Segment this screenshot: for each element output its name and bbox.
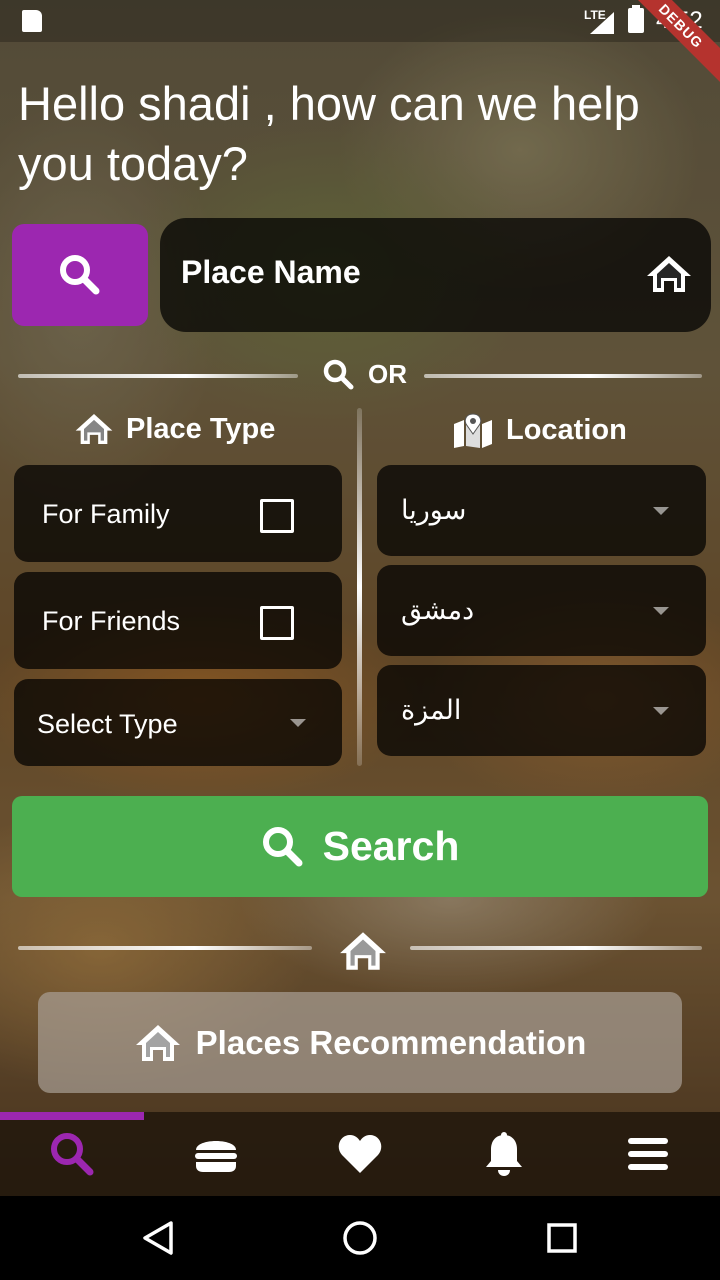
home-icon <box>340 932 386 970</box>
chevron-down-icon <box>290 719 306 727</box>
place-search-button[interactable] <box>12 224 148 326</box>
area-value: المزة <box>401 695 462 725</box>
divider-left <box>18 374 298 378</box>
place-name-input[interactable]: Place Name <box>160 218 711 332</box>
nav-favorites-tab[interactable] <box>288 1112 432 1196</box>
bell-icon <box>486 1132 522 1176</box>
for-friends-checkbox-row[interactable]: For Friends <box>14 572 342 669</box>
country-value: سوريا <box>401 495 467 525</box>
home-icon <box>135 1024 180 1061</box>
divider-right <box>424 374 702 378</box>
search-icon <box>51 1133 94 1176</box>
for-family-label: For Family <box>42 499 170 529</box>
recents-button[interactable] <box>502 1196 622 1280</box>
search-icon <box>60 255 100 295</box>
menu-icon <box>628 1138 668 1170</box>
places-recommendation-button[interactable]: Places Recommendation <box>38 992 682 1093</box>
search-button[interactable]: Search <box>12 796 708 897</box>
nav-food-tab[interactable] <box>144 1112 288 1196</box>
nav-search-tab[interactable] <box>0 1112 144 1196</box>
greeting-title: Hello shadi , how can we help you today? <box>18 77 640 190</box>
home-icon <box>75 414 113 444</box>
network-type: LTE <box>584 8 606 22</box>
chevron-down-icon <box>653 607 669 615</box>
home-button[interactable] <box>300 1196 420 1280</box>
back-icon <box>143 1221 173 1255</box>
divider-left <box>18 946 312 950</box>
location-label: Location <box>506 413 627 446</box>
area-dropdown[interactable]: المزة <box>377 665 706 756</box>
status-bar: LTE 4:52 <box>0 0 720 42</box>
back-button[interactable] <box>98 1196 218 1280</box>
search-button-label: Search <box>322 823 460 869</box>
for-family-checkbox-row[interactable]: For Family <box>14 465 342 562</box>
sd-card-icon <box>22 10 42 32</box>
or-label: OR <box>368 358 407 389</box>
search-icon <box>262 826 303 866</box>
or-divider: OR <box>322 358 407 390</box>
chevron-down-icon <box>653 707 669 715</box>
place-name-placeholder: Place Name <box>181 254 361 290</box>
city-dropdown[interactable]: دمشق <box>377 565 706 656</box>
battery-icon <box>628 5 644 33</box>
place-type-title: Place Type <box>74 412 275 446</box>
nav-notifications-tab[interactable] <box>432 1112 576 1196</box>
for-friends-checkbox[interactable] <box>260 606 294 640</box>
for-friends-label: For Friends <box>42 606 181 636</box>
home-circle-icon <box>343 1221 377 1255</box>
nav-menu-tab[interactable] <box>576 1112 720 1196</box>
heart-icon <box>338 1135 382 1173</box>
burger-icon <box>195 1141 237 1172</box>
chevron-down-icon <box>653 507 669 515</box>
search-icon <box>323 359 354 390</box>
recents-icon <box>547 1223 577 1253</box>
country-dropdown[interactable]: سوريا <box>377 465 706 556</box>
select-type-dropdown[interactable]: Select Type <box>14 679 342 766</box>
select-type-label: Select Type <box>37 709 178 739</box>
places-recommendation-label: Places Recommendation <box>195 1023 587 1061</box>
for-family-checkbox[interactable] <box>260 499 294 533</box>
map-marker-icon <box>454 413 492 448</box>
divider-right <box>410 946 702 950</box>
place-type-label: Place Type <box>126 412 276 445</box>
location-title: Location <box>452 412 627 448</box>
home-icon <box>647 256 691 292</box>
city-value: دمشق <box>401 595 475 625</box>
column-separator <box>357 408 362 766</box>
